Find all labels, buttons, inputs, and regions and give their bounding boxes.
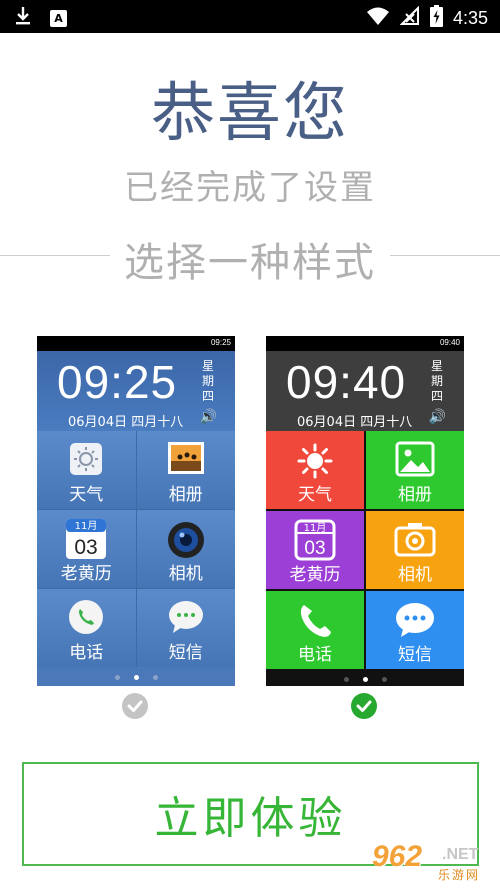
weekday-char: 期	[430, 374, 443, 388]
album-icon	[395, 441, 435, 482]
status-bar: A 4:35	[0, 0, 500, 33]
preview-clock-panel: 09:25 星 期 四 06月04日 四月十八 🔊	[37, 351, 235, 431]
divider-left	[0, 255, 110, 256]
sms-icon	[394, 601, 436, 644]
tile-camera: 相机	[366, 511, 464, 589]
weather-icon	[295, 441, 335, 486]
app-a-icon: A	[50, 9, 67, 27]
page-dot-active	[133, 675, 139, 680]
tile-label: 天气	[69, 485, 104, 505]
preview-status-bar: 09:25	[37, 336, 235, 351]
theme-classic-check[interactable]	[122, 693, 148, 719]
no-signal-icon	[399, 5, 420, 30]
preview-status-time: 09:25	[210, 338, 231, 347]
battery-charging-icon	[429, 5, 443, 31]
tile-label: 电话	[69, 643, 104, 663]
page-dot	[381, 677, 387, 682]
preview-tile-grid: 天气 相册 11月 03 老黄历 相机 电话 短信	[266, 431, 464, 669]
theme-preview-classic[interactable]: 09:25 09:25 星 期 四 06月04日 四月十八 🔊 天气 相册 11…	[37, 336, 235, 686]
watermark-logo: 962 .NET 乐游网	[372, 840, 498, 886]
tile-camera: 相机	[136, 510, 235, 588]
preview-weekday: 星 期 四	[430, 359, 444, 404]
preview-date: 06月04日 四月十八	[68, 415, 184, 430]
camera-icon	[166, 520, 206, 565]
tile-calendar: 11月 03 老黄历	[37, 510, 136, 588]
calendar-icon: 11月 03	[294, 519, 336, 566]
page-dot	[343, 677, 349, 682]
choose-style-label: 选择一种样式	[110, 230, 390, 288]
preview-clock-panel: 09:40 星 期 四 06月04日 四月十八 🔊	[266, 351, 464, 431]
theme-preview-colorful[interactable]: 09:40 09:40 星 期 四 06月04日 四月十八 🔊 天气 相册 11…	[266, 336, 464, 686]
speaker-icon: 🔊	[199, 409, 217, 425]
tile-album: 相册	[136, 431, 235, 509]
page-indicator	[266, 669, 464, 686]
calendar-icon: 11月 03	[65, 518, 107, 565]
download-icon	[14, 6, 32, 30]
page-title: 恭喜您	[151, 77, 349, 151]
theme-colorful-check[interactable]	[351, 693, 377, 719]
start-button-label: 立即体验	[154, 793, 347, 844]
preview-date: 06月04日 四月十八	[297, 415, 413, 430]
page-subtitle: 已经完成了设置	[124, 168, 376, 208]
calendar-day-text: 03	[304, 538, 325, 559]
tile-weather: 天气	[266, 431, 364, 509]
page-dot	[152, 675, 158, 680]
calendar-day-text: 03	[75, 536, 98, 559]
status-time: 4:35	[452, 7, 488, 28]
weekday-char: 四	[201, 389, 214, 403]
weekday-char: 星	[430, 359, 443, 373]
page-dot-active	[362, 677, 368, 682]
watermark-number: 962	[372, 840, 423, 873]
speaker-icon: 🔊	[428, 409, 446, 425]
sms-icon	[167, 599, 205, 640]
camera-icon	[394, 521, 436, 562]
phone-icon	[295, 601, 335, 646]
weather-icon	[68, 441, 104, 482]
preview-tile-grid: 天气 相册 11月 03 老黄历 相机 电话 短信	[37, 431, 235, 667]
tile-label: 短信	[168, 643, 203, 663]
tile-weather: 天气	[37, 431, 136, 509]
tile-calendar: 11月 03 老黄历	[266, 511, 364, 589]
check-icon	[356, 700, 372, 712]
preview-clock: 09:40	[286, 356, 407, 408]
tile-sms: 短信	[136, 589, 235, 667]
tile-phone: 电话	[266, 591, 364, 669]
choose-style-row: 选择一种样式	[0, 228, 500, 288]
page-indicator	[37, 667, 235, 686]
tile-album: 相册	[366, 431, 464, 509]
weekday-char: 期	[201, 374, 214, 388]
phone-icon	[68, 599, 104, 640]
divider-right	[390, 255, 500, 256]
album-icon	[167, 441, 205, 480]
preview-clock: 09:25	[57, 356, 178, 408]
weekday-char: 四	[430, 389, 443, 403]
weekday-char: 星	[201, 359, 214, 373]
calendar-month-text: 11月	[304, 522, 327, 534]
tile-label: 相册	[168, 485, 203, 505]
check-icon	[127, 700, 143, 712]
watermark-net: .NET	[442, 846, 479, 863]
calendar-month-text: 11月	[75, 520, 98, 532]
tile-label: 相册	[398, 485, 432, 505]
preview-weekday: 星 期 四	[201, 359, 215, 404]
preview-status-time: 09:40	[439, 338, 460, 347]
tile-phone: 电话	[37, 589, 136, 667]
watermark-site: 乐游网	[438, 868, 481, 882]
tile-sms: 短信	[366, 591, 464, 669]
preview-status-bar: 09:40	[266, 336, 464, 351]
wifi-icon	[366, 6, 390, 30]
page-dot	[114, 675, 120, 680]
tile-label: 相机	[398, 565, 432, 585]
